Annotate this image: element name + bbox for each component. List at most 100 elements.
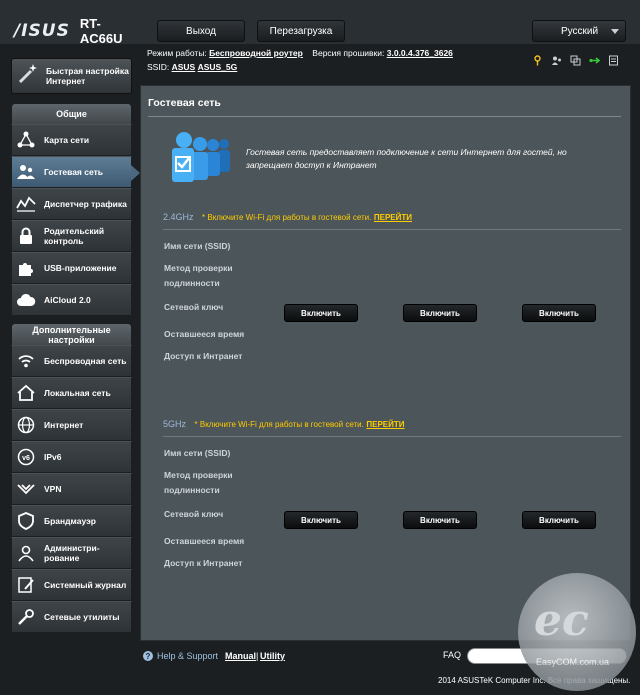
band-name: 5GHz — [163, 419, 187, 429]
aicloud-icon — [15, 289, 37, 311]
ssid-label: SSID: — [147, 62, 170, 72]
enable-button-5-2[interactable]: Включить — [403, 511, 477, 529]
faq-label: FAQ — [443, 650, 462, 660]
help-icon: ? — [143, 651, 153, 661]
sidebar-item-label: Администри-рование — [44, 543, 100, 563]
network-key-row-label: Сетевой ключ — [164, 509, 224, 519]
band-goto-link[interactable]: ПЕРЕЙТИ — [366, 420, 404, 429]
sidebar-item-guest-network[interactable]: Гостевая сеть — [11, 156, 140, 188]
sidebar-item-label: Гостевая сеть — [44, 167, 103, 177]
logout-button[interactable]: Выход — [157, 20, 245, 42]
watermark-text: EasyCOM.com.ua — [536, 657, 610, 667]
lan-icon — [15, 382, 37, 404]
status-line-ssid: SSID: ASUS ASUS_5G — [147, 62, 237, 72]
sidebar-item-wireless[interactable]: Беспроводная сеть — [11, 345, 132, 377]
sidebar-item-ipv6[interactable]: v6 IPv6 — [11, 441, 132, 473]
remaining-time-row-label: Оставшееся время — [164, 536, 245, 546]
quick-setup-label: Быстрая настройка Интернет — [46, 66, 129, 86]
model-name: RT-AC66U — [79, 16, 123, 46]
sidebar-item-lan[interactable]: Локальная сеть — [11, 377, 132, 409]
sidebar-item-usb-app[interactable]: USB-приложение — [11, 252, 132, 284]
network-key-row-label: Сетевой ключ — [164, 302, 224, 312]
traffic-manager-icon — [15, 193, 37, 215]
enable-button-24-2[interactable]: Включить — [403, 304, 477, 322]
sidebar-item-aicloud[interactable]: AiCloud 2.0 — [11, 284, 132, 316]
system-log-icon — [15, 574, 37, 596]
sidebar-item-label: Сетевые утилиты — [44, 612, 120, 622]
enable-button-5-3[interactable]: Включить — [522, 511, 596, 529]
firmware-link[interactable]: 3.0.0.4.376_3626 — [387, 48, 453, 58]
enable-button-5-1[interactable]: Включить — [284, 511, 358, 529]
usb-status-icon[interactable] — [570, 53, 581, 66]
sidebar-item-label: USB-приложение — [44, 263, 117, 273]
mode-label: Режим работы: — [147, 48, 207, 58]
guest-network-description: Гостевая сеть предоставляет подключение … — [246, 147, 567, 170]
footer-separator: | — [256, 651, 259, 661]
ssid-link-24[interactable]: ASUS — [172, 62, 196, 72]
band-note: * Включите Wi-Fi для работы в гостевой с… — [194, 420, 364, 429]
title-divider — [148, 116, 621, 117]
top-bar: /ISUS RT-AC66U Выход Перезагрузка Русски… — [0, 0, 640, 46]
sidebar-item-system-log[interactable]: Системный журнал — [11, 569, 132, 601]
sidebar-item-firewall[interactable]: Брандмауэр — [11, 505, 132, 537]
chevron-down-icon — [611, 29, 619, 34]
key-icon[interactable] — [532, 53, 543, 66]
utility-link[interactable]: Utility — [260, 651, 285, 661]
remaining-time-row-label: Оставшееся время — [164, 329, 245, 339]
sidebar-item-label: Карта сети — [44, 135, 90, 145]
watermark-logo: ec EasyCOM.com.ua — [518, 573, 636, 691]
usb-app-icon — [15, 257, 37, 279]
sidebar-item-network-map[interactable]: Карта сети — [11, 124, 132, 156]
enable-button-24-3[interactable]: Включить — [522, 304, 596, 322]
printer-status-icon[interactable] — [608, 53, 619, 66]
band-header-24: 2.4GHz * Включите Wi-Fi для работы в гос… — [163, 212, 412, 222]
sidebar-item-vpn[interactable]: VPN — [11, 473, 132, 505]
language-select[interactable]: Русский — [532, 20, 626, 42]
auth-row-label: Метод проверки подлинности — [164, 470, 233, 495]
wan-status-icon[interactable] — [589, 53, 601, 64]
sidebar-item-label: Системный журнал — [44, 580, 127, 590]
reboot-button[interactable]: Перезагрузка — [257, 20, 345, 42]
help-label: Help & Support — [157, 651, 219, 661]
client-status-icon[interactable] — [551, 53, 562, 65]
intranet-access-row-label: Доступ к Интранет — [164, 558, 243, 568]
firmware-label: Версия прошивки: — [312, 48, 385, 58]
internet-icon — [15, 414, 37, 436]
mode-link[interactable]: Беспроводной роутер — [209, 48, 303, 58]
sidebar-item-administration[interactable]: Администри-рование — [11, 537, 132, 569]
status-icons — [532, 53, 619, 66]
firewall-icon — [15, 510, 37, 532]
ssid-row-label: Имя сети (SSID) — [164, 448, 231, 458]
advanced-nav: Беспроводная сеть Локальная сеть Интерне… — [11, 345, 132, 633]
guest-network-panel: Гостевая сеть Гостевая сеть предоставляе… — [140, 85, 631, 641]
sidebar-item-parental-control[interactable]: Родительский контроль — [11, 220, 132, 252]
administration-icon — [15, 542, 37, 564]
ssid-link-5[interactable]: ASUS_5G — [198, 62, 238, 72]
sidebar-item-network-tools[interactable]: Сетевые утилиты — [11, 601, 132, 633]
guest-users-icon — [172, 132, 230, 182]
sidebar-item-label: Брандмауэр — [44, 516, 96, 526]
sidebar-item-label: IPv6 — [44, 452, 62, 462]
sidebar-item-label: Диспетчер трафика — [44, 199, 127, 209]
language-value: Русский — [561, 25, 599, 37]
advanced-section-header: Дополнительные настройки — [11, 323, 132, 347]
wireless-icon — [15, 350, 37, 372]
network-tools-icon — [15, 606, 37, 628]
ssid-row-label: Имя сети (SSID) — [164, 241, 231, 251]
general-section-header: Общие — [11, 103, 132, 125]
sidebar-item-traffic-manager[interactable]: Диспетчер трафика — [11, 188, 132, 220]
general-nav: Карта сети Гостевая сеть Диспетчер трафи… — [11, 124, 140, 316]
asus-logo: /ISUS RT-AC66U — [14, 16, 134, 46]
sidebar-item-label: AiCloud 2.0 — [44, 295, 91, 305]
parental-control-icon — [15, 225, 37, 247]
enable-button-24-1[interactable]: Включить — [284, 304, 358, 322]
quick-setup-button[interactable]: Быстрая настройка Интернет — [11, 58, 132, 94]
sidebar-item-label: Интернет — [44, 420, 84, 430]
band-goto-link[interactable]: ПЕРЕЙТИ — [374, 213, 412, 222]
band-divider — [163, 436, 621, 437]
sidebar-item-internet[interactable]: Интернет — [11, 409, 132, 441]
help-support-link[interactable]: ? Help & Support — [143, 651, 218, 661]
brand-logo: /ISUS — [14, 21, 70, 41]
band-name: 2.4GHz — [163, 212, 194, 222]
manual-link[interactable]: Manual — [225, 651, 256, 661]
